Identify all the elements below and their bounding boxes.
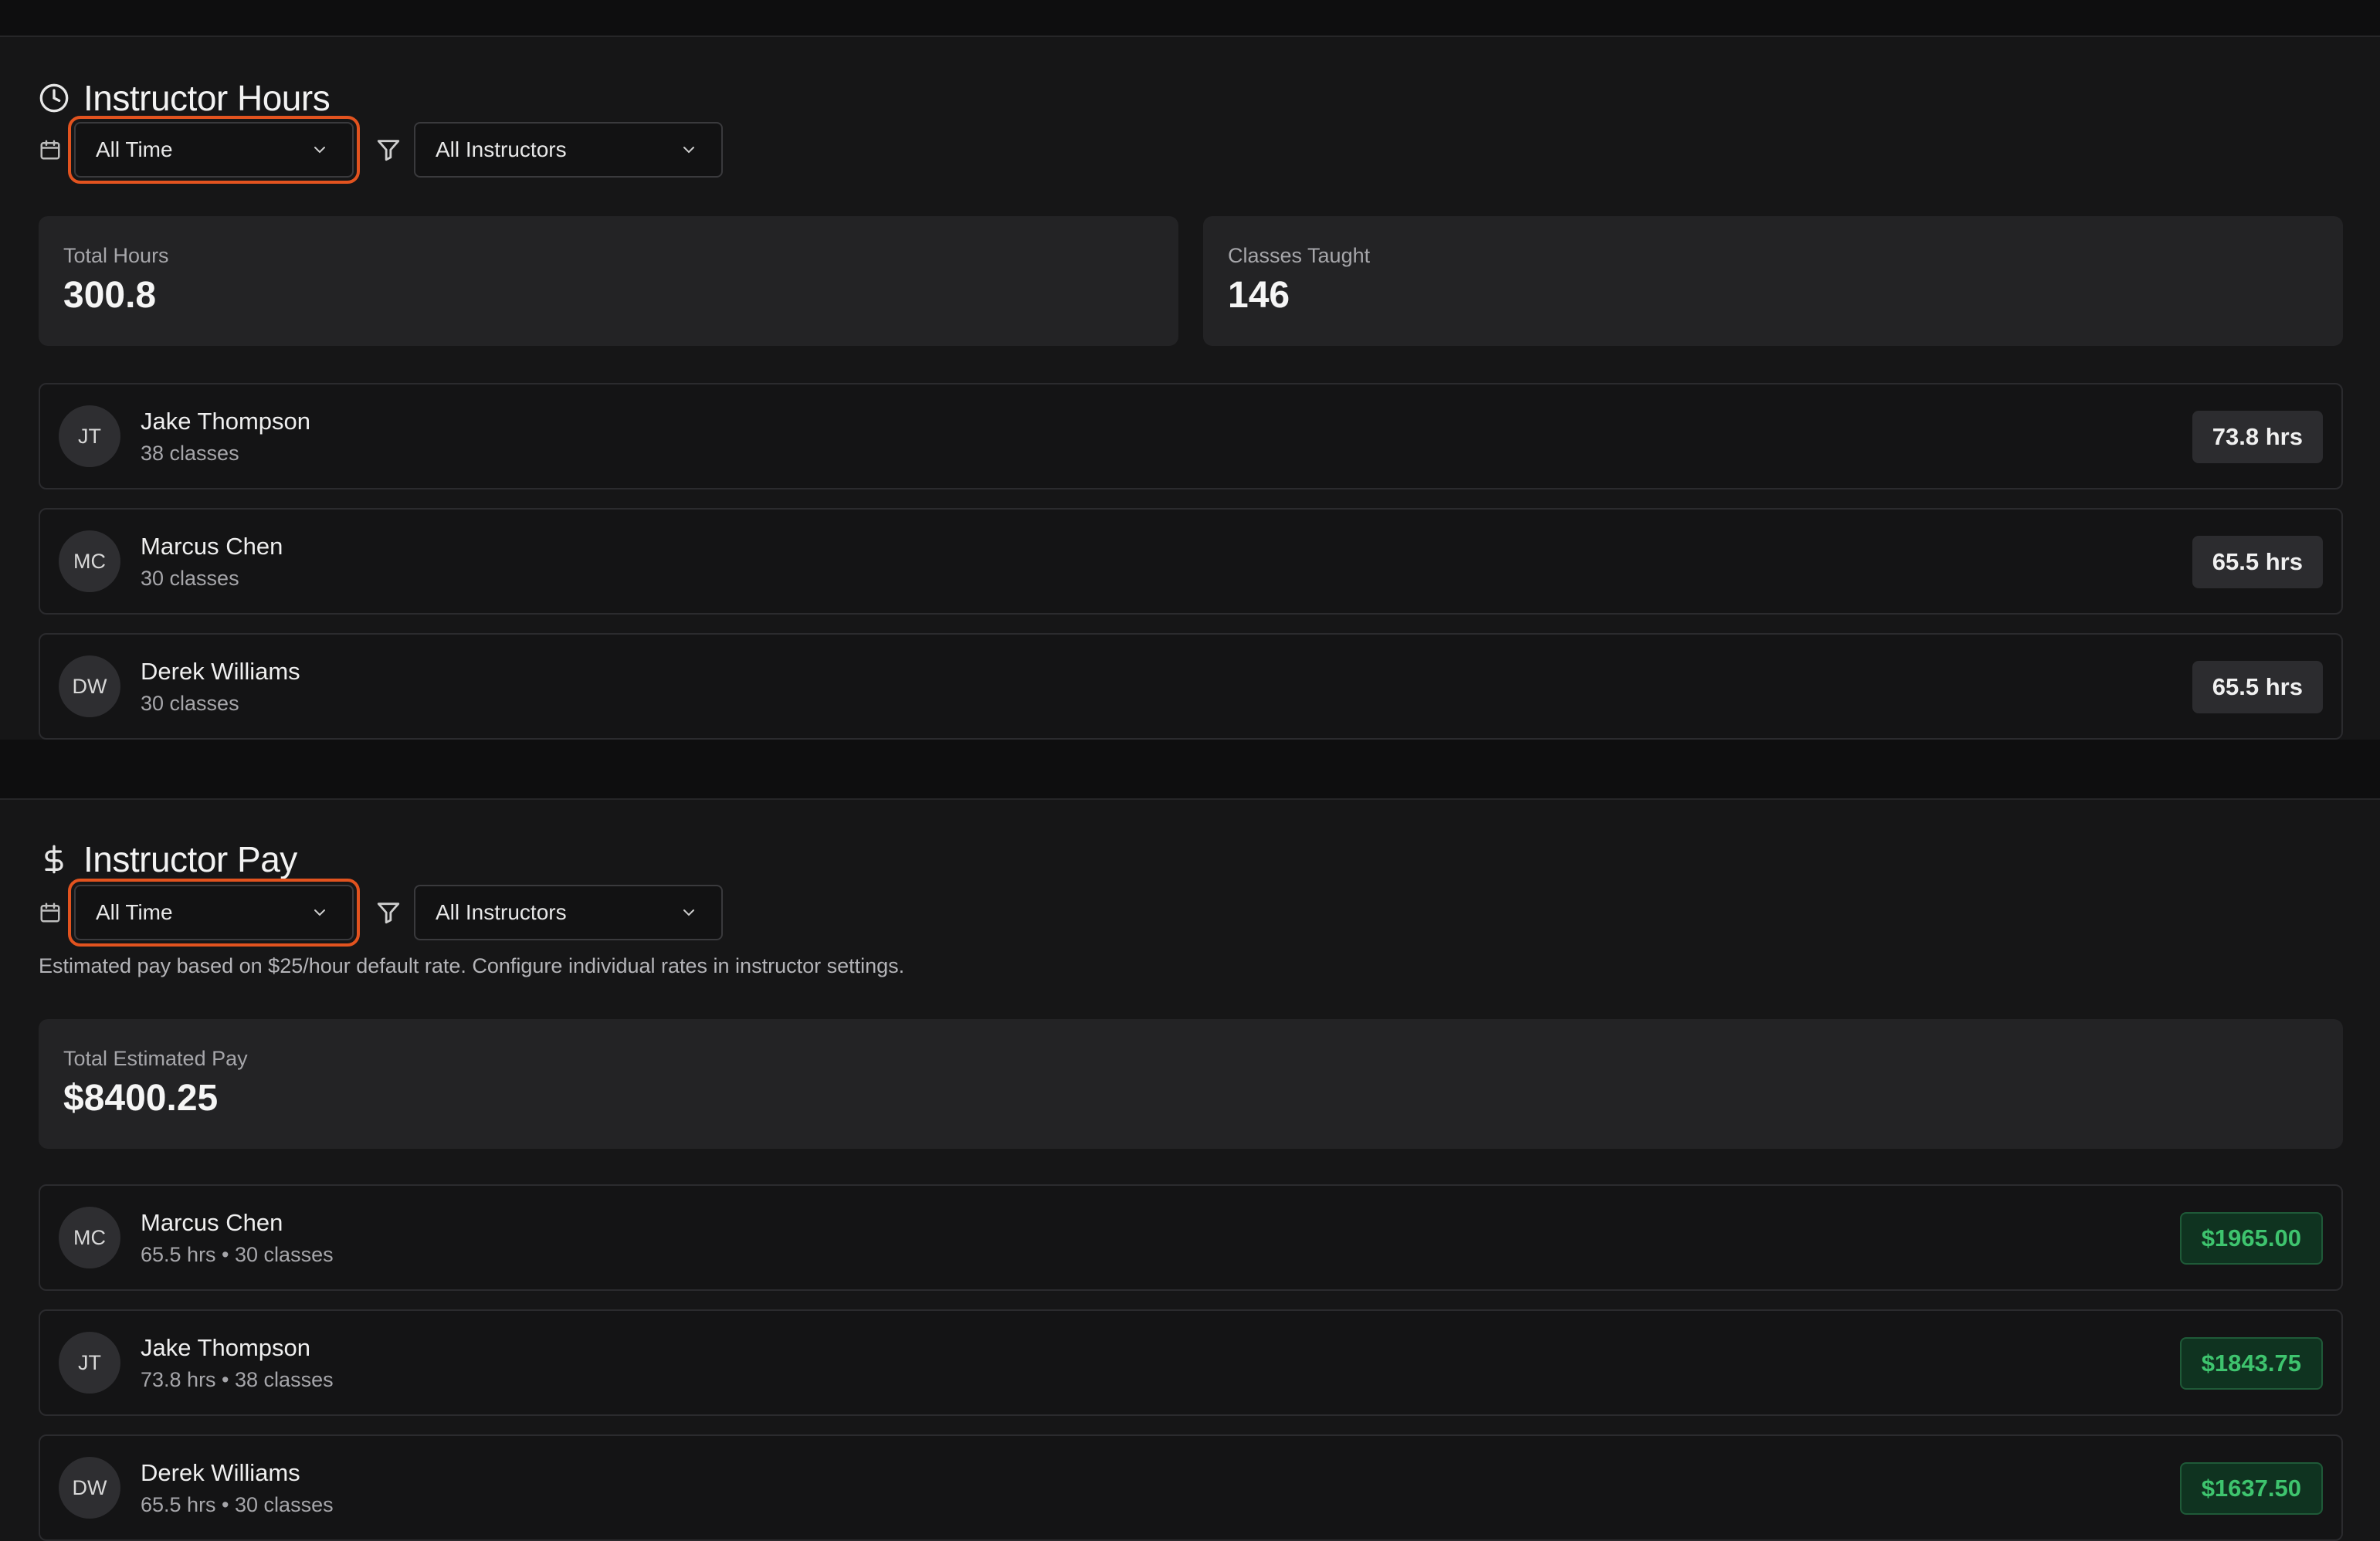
- avatar: MC: [59, 530, 120, 592]
- pay-filter-row: All Time All Instructors: [39, 879, 723, 947]
- total-hours-card: Total Hours 300.8: [39, 216, 1178, 346]
- pay-title: Instructor Pay: [83, 839, 297, 879]
- hours-badge: 65.5 hrs: [2192, 661, 2323, 713]
- instructor-hours-classes: 73.8 hrs • 38 classes: [141, 1367, 334, 1391]
- clock-icon: [39, 83, 70, 113]
- avatar: JT: [59, 1332, 120, 1394]
- hours-time-select-value: All Time: [96, 137, 173, 161]
- avatar: DW: [59, 1457, 120, 1519]
- total-pay-card: Total Estimated Pay $8400.25: [39, 1019, 2343, 1149]
- instructor-pay-row[interactable]: JT Jake Thompson 73.8 hrs • 38 classes $…: [39, 1309, 2343, 1416]
- instructor-name: Jake Thompson: [141, 1333, 310, 1361]
- pay-badge: $1843.75: [2179, 1337, 2323, 1390]
- stat-label: Total Estimated Pay: [63, 1047, 248, 1070]
- instructor-classes: 30 classes: [141, 691, 239, 715]
- instructor-name: Marcus Chen: [141, 1208, 283, 1236]
- pay-badge: $1637.50: [2179, 1462, 2323, 1515]
- stat-value: 300.8: [63, 275, 157, 316]
- instructor-row[interactable]: MC Marcus Chen 30 classes 65.5 hrs: [39, 508, 2343, 615]
- avatar: DW: [59, 655, 120, 717]
- instructor-name: Jake Thompson: [141, 407, 310, 435]
- instructor-hours-classes: 65.5 hrs • 30 classes: [141, 1492, 334, 1516]
- instructor-name: Derek Williams: [141, 657, 300, 685]
- chevron-down-icon: [314, 147, 325, 154]
- instructor-pay-row[interactable]: DW Derek Williams 65.5 hrs • 30 classes …: [39, 1434, 2343, 1541]
- instructor-pay-panel: Instructor Pay All Time All Instructors …: [0, 798, 2380, 1541]
- calendar-icon: [40, 903, 60, 923]
- instructor-name: Marcus Chen: [141, 532, 283, 560]
- stat-value: 146: [1228, 275, 1290, 316]
- pay-badge: $1965.00: [2179, 1212, 2323, 1265]
- instructor-row[interactable]: JT Jake Thompson 38 classes 73.8 hrs: [39, 383, 2343, 489]
- avatar: MC: [59, 1207, 120, 1268]
- chevron-down-icon: [314, 909, 325, 916]
- hours-filter-row: All Time All Instructors: [39, 116, 723, 184]
- instructor-pay-row[interactable]: MC Marcus Chen 65.5 hrs • 30 classes $19…: [39, 1184, 2343, 1291]
- instructor-hours-classes: 65.5 hrs • 30 classes: [141, 1242, 334, 1266]
- hours-badge: 73.8 hrs: [2192, 411, 2323, 463]
- dollar-icon: [39, 844, 70, 875]
- pay-time-select-value: All Time: [96, 900, 173, 924]
- pay-rate-note: Estimated pay based on $25/hour default …: [39, 954, 905, 977]
- hours-instructor-select-value: All Instructors: [436, 137, 567, 161]
- hours-badge: 65.5 hrs: [2192, 536, 2323, 588]
- instructor-name: Derek Williams: [141, 1458, 300, 1486]
- hours-title-row: Instructor Hours: [39, 77, 331, 119]
- filter-icon: [377, 903, 400, 924]
- filter-icon: [377, 140, 400, 161]
- avatar: JT: [59, 405, 120, 467]
- instructor-row[interactable]: DW Derek Williams 30 classes 65.5 hrs: [39, 633, 2343, 740]
- instructor-classes: 38 classes: [141, 441, 239, 465]
- stat-label: Total Hours: [63, 244, 169, 267]
- pay-instructor-select[interactable]: All Instructors: [414, 885, 723, 940]
- pay-instructor-select-value: All Instructors: [436, 900, 567, 924]
- chevron-down-icon: [683, 147, 694, 154]
- stat-label: Classes Taught: [1228, 244, 1371, 267]
- pay-title-row: Instructor Pay: [39, 838, 297, 880]
- instructor-hours-panel: Instructor Hours All Time All Instructor…: [0, 36, 2380, 740]
- hours-time-select[interactable]: All Time: [68, 116, 360, 184]
- calendar-icon: [40, 140, 60, 160]
- chevron-down-icon: [683, 909, 694, 916]
- instructor-classes: 30 classes: [141, 566, 239, 590]
- classes-taught-card: Classes Taught 146: [1203, 216, 2343, 346]
- hours-title: Instructor Hours: [83, 78, 331, 118]
- hours-instructor-select[interactable]: All Instructors: [414, 122, 723, 178]
- stat-value: $8400.25: [63, 1078, 219, 1119]
- pay-time-select[interactable]: All Time: [68, 879, 360, 947]
